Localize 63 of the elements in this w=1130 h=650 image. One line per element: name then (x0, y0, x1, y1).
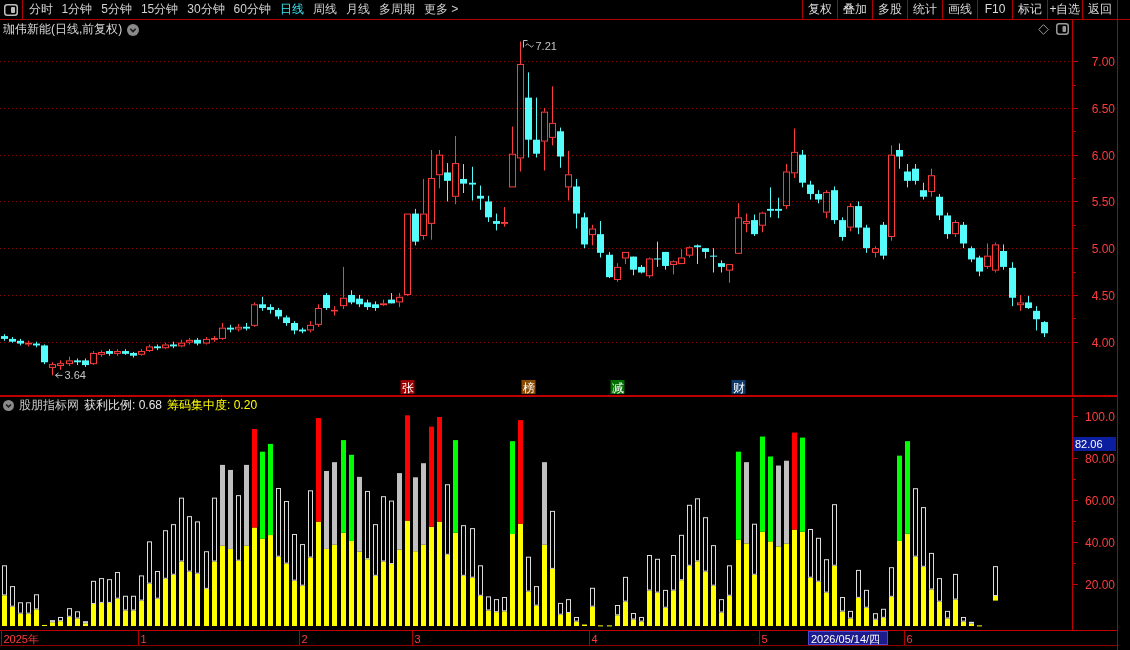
high-price-label: 7.21 (535, 39, 557, 52)
indicator-bar (607, 625, 612, 627)
toolbar-button[interactable]: 统计 (907, 0, 942, 19)
time-axis-label: 3 (414, 632, 421, 645)
indicator-bar (42, 624, 47, 626)
period-tab[interactable]: 5分钟 (96, 0, 137, 19)
low-price-label: 3.64 (64, 369, 86, 382)
axis-label: 40.00 (1084, 536, 1115, 550)
axis-label: 6.00 (1091, 149, 1115, 163)
event-marker[interactable]: 减 (610, 380, 625, 395)
period-tab[interactable]: 月线 (341, 0, 375, 19)
flag-marker-icon (523, 40, 534, 48)
axis-label: 5.00 (1091, 242, 1115, 256)
cursor-date-label: 2026/05/14/四 (808, 631, 888, 645)
time-axis-label: 4 (591, 632, 598, 645)
period-tab[interactable]: 更多 > (419, 0, 463, 19)
period-tab[interactable]: 分时 (24, 0, 57, 19)
axis-label: 20.00 (1084, 578, 1115, 592)
panel-toggle-icon (4, 3, 18, 16)
period-tab[interactable]: 周线 (308, 0, 342, 19)
chevron-down-icon[interactable] (3, 400, 14, 411)
time-axis-label: 2025年 (3, 632, 39, 645)
chart-title: 珈伟新能(日线,前复权) (3, 22, 123, 37)
period-tab[interactable]: 日线 (275, 0, 309, 19)
toolbar-button[interactable]: 画线 (942, 0, 977, 19)
axis-label: 5.50 (1091, 195, 1115, 209)
toolbar-button[interactable]: F10 (977, 0, 1012, 19)
period-tab[interactable]: 30分钟 (182, 0, 230, 19)
axis-label: 4.50 (1091, 289, 1115, 303)
axis-label: 100.0 (1084, 410, 1115, 424)
indicator-name: 股朋指标网 (19, 398, 79, 413)
indicator-readout: 获利比例: 0.68 (84, 398, 163, 413)
axis-label: 6.50 (1091, 102, 1115, 116)
diamond-icon[interactable] (1038, 23, 1049, 35)
indicator-bar (598, 625, 603, 627)
cursor-value-label: 82.06 (1073, 437, 1116, 451)
period-tab[interactable]: 15分钟 (136, 0, 183, 19)
toolbar-button[interactable]: 标记 (1012, 0, 1047, 19)
event-marker[interactable]: 榜 (521, 380, 536, 395)
chevron-down-icon[interactable] (127, 23, 140, 36)
time-axis-label: 6 (906, 632, 913, 645)
time-axis-label: 2 (301, 632, 308, 645)
axis-label: 60.00 (1084, 494, 1115, 508)
period-tab[interactable]: 1分钟 (57, 0, 97, 19)
axis-label: 4.00 (1091, 336, 1115, 350)
axis-label: 7.00 (1091, 55, 1115, 69)
period-tab[interactable]: 多周期 (374, 0, 420, 19)
toolbar-button[interactable]: 多股 (872, 0, 907, 19)
event-marker[interactable]: 张 (400, 380, 415, 395)
event-marker[interactable]: 财 (731, 380, 746, 395)
indicator-readout: 筹码集中度: 0.20 (167, 398, 258, 413)
axis-label: 80.00 (1084, 452, 1115, 466)
period-tab[interactable]: 60分钟 (229, 0, 276, 19)
time-axis-label: 1 (140, 632, 147, 645)
toolbar-button[interactable]: 叠加 (837, 0, 872, 19)
toolbar-button[interactable]: 复权 (802, 0, 837, 19)
toolbar-button[interactable]: +自选 (1047, 0, 1082, 19)
panel-toggle-icon[interactable] (1056, 23, 1069, 35)
arrow-icon (55, 372, 63, 379)
indicator-bar (977, 625, 982, 627)
time-axis-label: 5 (761, 632, 768, 645)
toolbar-button[interactable]: 返回 (1082, 0, 1117, 19)
indicator-bar (582, 624, 587, 626)
